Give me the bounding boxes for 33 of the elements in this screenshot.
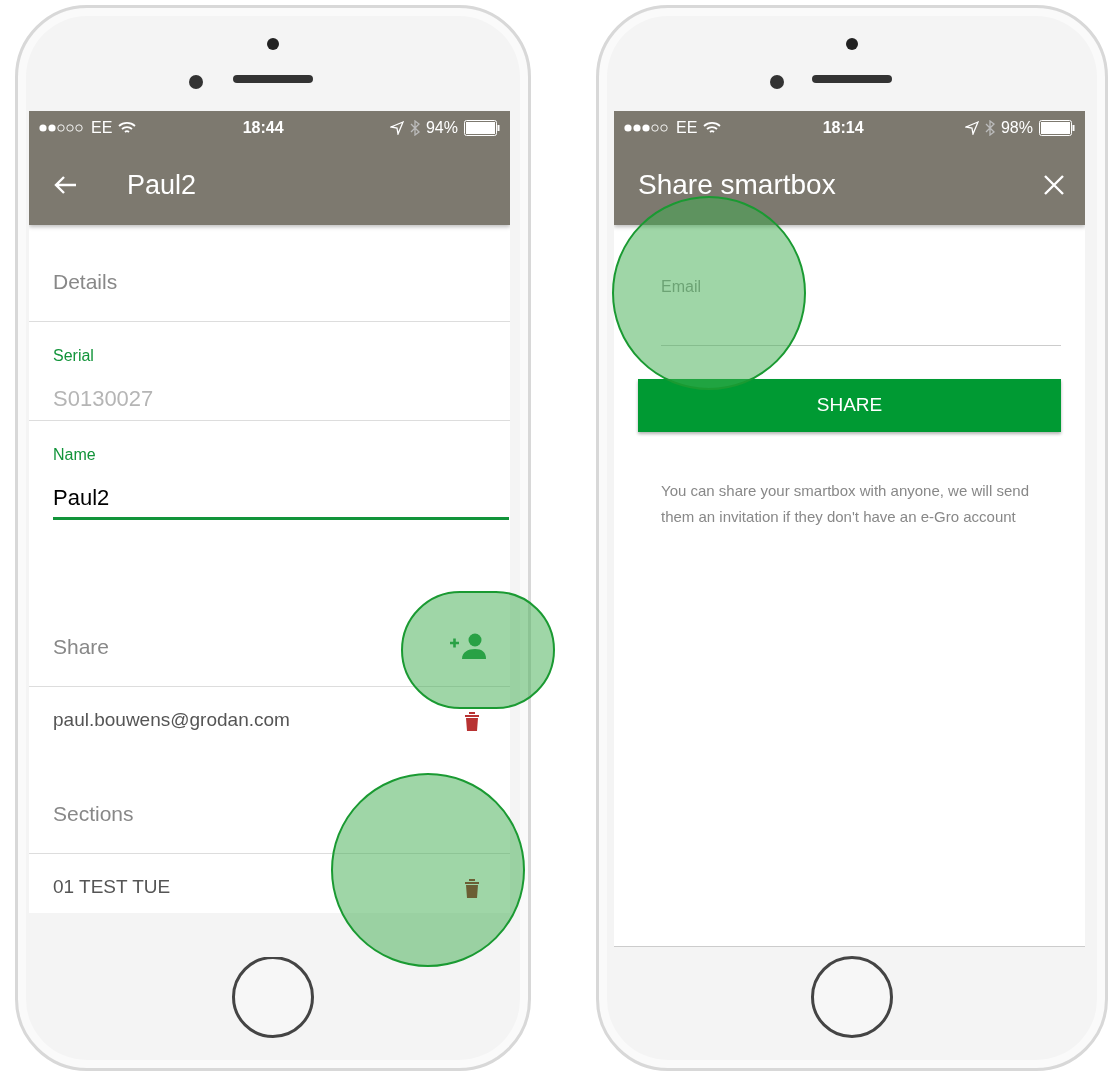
status-time: 18:44	[242, 118, 284, 138]
front-camera	[770, 75, 784, 89]
share-button[interactable]: SHARE	[638, 379, 1061, 432]
section-name: 01 TEST TUE	[53, 874, 171, 899]
field-label: Serial	[53, 346, 95, 366]
info-text: You can share your smartbox with anyone, we will send them an invitation if they don't have an e-Gro account	[661, 481, 1029, 527]
front-camera	[189, 75, 203, 89]
battery-percent: 94%	[425, 118, 458, 138]
signal-icon	[624, 123, 670, 133]
screen-title: Share smartbox	[638, 168, 836, 202]
screen-title: Paul2	[127, 168, 197, 202]
location-arrow-icon	[964, 121, 979, 135]
signal-icon	[39, 123, 85, 133]
location-arrow-icon	[389, 121, 404, 135]
back-arrow-icon	[53, 175, 77, 195]
bluetooth-icon	[409, 120, 420, 136]
bluetooth-icon	[984, 120, 995, 136]
battery-icon	[464, 120, 500, 136]
field-value: Paul2	[53, 484, 111, 512]
shared-email: paul.bouwens@grodan.com	[53, 707, 290, 732]
field-value: S0130027	[53, 385, 155, 413]
section-header: Sections	[29, 753, 510, 854]
carrier-name: EE	[676, 118, 698, 138]
status-time: 18:14	[822, 118, 864, 138]
carrier-name: EE	[91, 118, 113, 138]
battery-percent: 98%	[1000, 118, 1033, 138]
field-label: Name	[53, 445, 97, 465]
wifi-icon	[118, 121, 137, 135]
text-field[interactable]: Name Paul2	[53, 443, 509, 520]
section-header: Share	[53, 633, 110, 660]
wifi-icon	[703, 121, 722, 135]
battery-icon	[1039, 120, 1075, 136]
section-header: Details	[29, 225, 510, 322]
